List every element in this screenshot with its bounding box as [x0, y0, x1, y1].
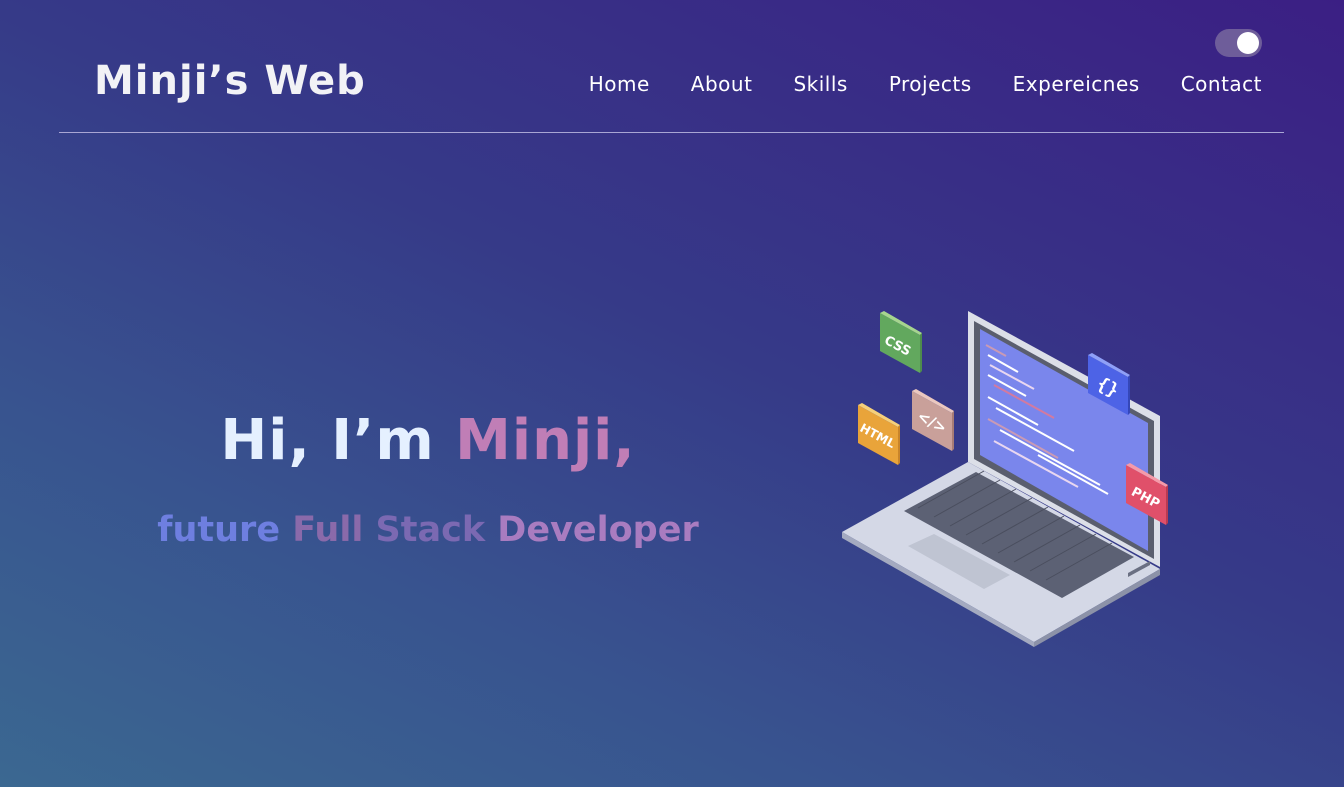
code-tag-badge: </>	[912, 389, 954, 451]
subtitle-word-2: Full	[292, 510, 376, 550]
subtitle-word-4: Developer	[497, 510, 699, 550]
hero-title: Hi, I’m Minji,	[0, 408, 856, 473]
nav-about[interactable]: About	[691, 72, 753, 96]
hero-name: Minji,	[455, 408, 636, 473]
css-badge: CSS	[880, 311, 922, 373]
toggle-knob	[1237, 32, 1259, 54]
theme-toggle[interactable]	[1215, 29, 1262, 57]
nav-contact[interactable]: Contact	[1181, 72, 1262, 96]
header-divider	[59, 132, 1284, 133]
subtitle-word-3: Stack	[375, 510, 498, 550]
site-logo[interactable]: Minji’s Web	[94, 58, 366, 104]
main-nav: Home About Skills Projects Expereicnes C…	[589, 72, 1262, 96]
nav-experiences[interactable]: Expereicnes	[1013, 72, 1140, 96]
hero-subtitle: future Full Stack Developer	[0, 510, 856, 550]
subtitle-word-1: future	[157, 510, 293, 550]
nav-home[interactable]: Home	[589, 72, 650, 96]
laptop-illustration: CSS HTML </> {} PHP	[842, 311, 1168, 647]
nav-skills[interactable]: Skills	[793, 72, 847, 96]
nav-projects[interactable]: Projects	[889, 72, 972, 96]
hero-greeting: Hi, I’m	[220, 408, 456, 473]
html-badge: HTML	[858, 403, 900, 465]
